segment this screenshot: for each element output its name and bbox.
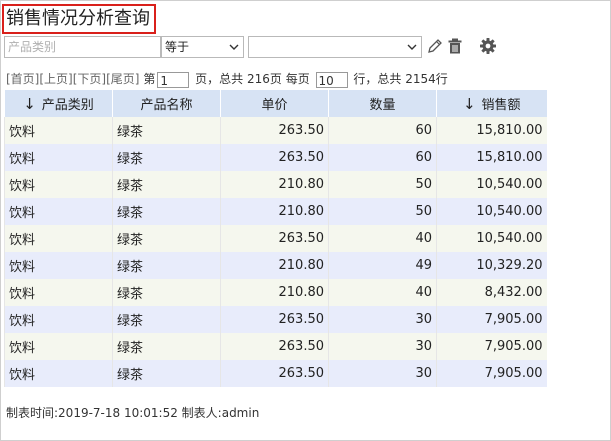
cell-quantity: 50 bbox=[328, 198, 437, 225]
pager: [首页][上页][下页][尾页] 第1 页，总共 216页 每页 10 行，总共… bbox=[6, 70, 448, 88]
cell-product: 绿茶 bbox=[112, 306, 221, 333]
cell-product: 绿茶 bbox=[112, 360, 221, 387]
column-header-label: 数量 bbox=[369, 98, 396, 113]
cell-category: 饮料 bbox=[4, 333, 113, 360]
cell-category: 饮料 bbox=[4, 198, 113, 225]
cell-sales: 10,329.20 bbox=[436, 252, 547, 279]
cell-category: 饮料 bbox=[4, 279, 113, 306]
table-row[interactable]: 饮料 绿茶 210.80 40 8,432.00 bbox=[4, 279, 547, 306]
cell-product: 绿茶 bbox=[112, 333, 221, 360]
cell-product: 绿茶 bbox=[112, 225, 221, 252]
cell-product: 绿茶 bbox=[112, 198, 221, 225]
cell-product: 绿茶 bbox=[112, 252, 221, 279]
table-row[interactable]: 饮料 绿茶 210.80 50 10,540.00 bbox=[4, 198, 547, 225]
column-header-label: 单价 bbox=[261, 98, 288, 113]
sort-arrow-down-icon: ↓ bbox=[23, 95, 36, 113]
cell-quantity: 30 bbox=[328, 306, 437, 333]
cell-sales: 8,432.00 bbox=[436, 279, 547, 306]
pager-next-link[interactable]: [下页] bbox=[73, 72, 106, 86]
cell-price: 263.50 bbox=[220, 117, 329, 144]
cell-price: 210.80 bbox=[220, 198, 329, 225]
table-row[interactable]: 饮料 绿茶 210.80 49 10,329.20 bbox=[4, 252, 547, 279]
cell-price: 263.50 bbox=[220, 144, 329, 171]
filter-operator-select[interactable]: 等于 bbox=[161, 36, 244, 58]
column-header-product[interactable]: 产品名称 bbox=[112, 90, 221, 117]
table-header-row: ↓ 产品类别 产品名称 单价 数量 ↓ 销售额 bbox=[4, 90, 547, 117]
table-row[interactable]: 饮料 绿茶 263.50 30 7,905.00 bbox=[4, 333, 547, 360]
gear-icon[interactable] bbox=[479, 37, 497, 55]
cell-quantity: 40 bbox=[328, 225, 437, 252]
filter-operator-value: 等于 bbox=[165, 40, 190, 54]
chevron-down-icon bbox=[407, 44, 417, 50]
pager-rows-suffix: 行，总共 2154行 bbox=[353, 72, 448, 86]
cell-quantity: 60 bbox=[328, 144, 437, 171]
report-title: 销售情况分析查询 bbox=[2, 4, 156, 34]
table-row[interactable]: 饮料 绿茶 263.50 40 10,540.00 bbox=[4, 225, 547, 252]
cell-sales: 10,540.00 bbox=[436, 171, 547, 198]
cell-quantity: 50 bbox=[328, 171, 437, 198]
column-header-quantity[interactable]: 数量 bbox=[328, 90, 437, 117]
cell-quantity: 40 bbox=[328, 279, 437, 306]
cell-category: 饮料 bbox=[4, 360, 113, 387]
cell-sales: 15,810.00 bbox=[436, 117, 547, 144]
sales-table: ↓ 产品类别 产品名称 单价 数量 ↓ 销售额 饮料 绿茶 263.50 60 15,810… bbox=[4, 90, 547, 387]
cell-category: 饮料 bbox=[4, 306, 113, 333]
column-header-price[interactable]: 单价 bbox=[220, 90, 329, 117]
column-header-sales[interactable]: ↓ 销售额 bbox=[436, 90, 547, 117]
cell-price: 210.80 bbox=[220, 171, 329, 198]
cell-product: 绿茶 bbox=[112, 144, 221, 171]
pager-prev-link[interactable]: [上页] bbox=[39, 72, 72, 86]
chevron-down-icon bbox=[229, 44, 239, 50]
table-row[interactable]: 饮料 绿茶 263.50 60 15,810.00 bbox=[4, 117, 547, 144]
filter-value-select[interactable] bbox=[248, 36, 422, 58]
cell-product: 绿茶 bbox=[112, 117, 221, 144]
cell-category: 饮料 bbox=[4, 144, 113, 171]
cell-category: 饮料 bbox=[4, 225, 113, 252]
cell-price: 263.50 bbox=[220, 333, 329, 360]
pager-first-link[interactable]: [首页] bbox=[6, 72, 39, 86]
cell-product: 绿茶 bbox=[112, 171, 221, 198]
cell-quantity: 60 bbox=[328, 117, 437, 144]
table-row[interactable]: 饮料 绿茶 263.50 30 7,905.00 bbox=[4, 360, 547, 387]
column-header-category[interactable]: ↓ 产品类别 bbox=[4, 90, 113, 117]
cell-product: 绿茶 bbox=[112, 279, 221, 306]
cell-sales: 7,905.00 bbox=[436, 360, 547, 387]
cell-category: 饮料 bbox=[4, 117, 113, 144]
report-footer: 制表时间:2019-7-18 10:01:52 制表人:admin bbox=[6, 406, 260, 420]
column-header-label: 销售额 bbox=[481, 98, 521, 113]
cell-quantity: 49 bbox=[328, 252, 437, 279]
pager-page-prefix: 第 bbox=[143, 72, 156, 86]
cell-price: 210.80 bbox=[220, 252, 329, 279]
cell-quantity: 30 bbox=[328, 360, 437, 387]
cell-quantity: 30 bbox=[328, 333, 437, 360]
column-header-label: 产品名称 bbox=[140, 98, 193, 113]
table-row[interactable]: 饮料 绿茶 210.80 50 10,540.00 bbox=[4, 171, 547, 198]
cell-price: 263.50 bbox=[220, 360, 329, 387]
pencil-icon[interactable] bbox=[426, 37, 444, 55]
cell-price: 210.80 bbox=[220, 279, 329, 306]
cell-sales: 7,905.00 bbox=[436, 306, 547, 333]
filter-field-input[interactable]: 产品类别 bbox=[4, 36, 161, 58]
cell-sales: 15,810.00 bbox=[436, 144, 547, 171]
cell-price: 263.50 bbox=[220, 306, 329, 333]
cell-sales: 10,540.00 bbox=[436, 198, 547, 225]
trash-icon[interactable] bbox=[446, 37, 464, 55]
page-number-input[interactable]: 1 bbox=[157, 71, 190, 88]
cell-sales: 7,905.00 bbox=[436, 333, 547, 360]
cell-category: 饮料 bbox=[4, 171, 113, 198]
pager-last-link[interactable]: [尾页] bbox=[106, 72, 139, 86]
pager-page-suffix: 页，总共 216页 每页 bbox=[195, 72, 310, 86]
cell-price: 263.50 bbox=[220, 225, 329, 252]
cell-sales: 10,540.00 bbox=[436, 225, 547, 252]
page-size-input[interactable]: 10 bbox=[315, 71, 348, 88]
column-header-label: 产品类别 bbox=[41, 98, 94, 113]
table-row[interactable]: 饮料 绿茶 263.50 60 15,810.00 bbox=[4, 144, 547, 171]
cell-category: 饮料 bbox=[4, 252, 113, 279]
table-row[interactable]: 饮料 绿茶 263.50 30 7,905.00 bbox=[4, 306, 547, 333]
sort-arrow-down-icon: ↓ bbox=[462, 95, 476, 113]
